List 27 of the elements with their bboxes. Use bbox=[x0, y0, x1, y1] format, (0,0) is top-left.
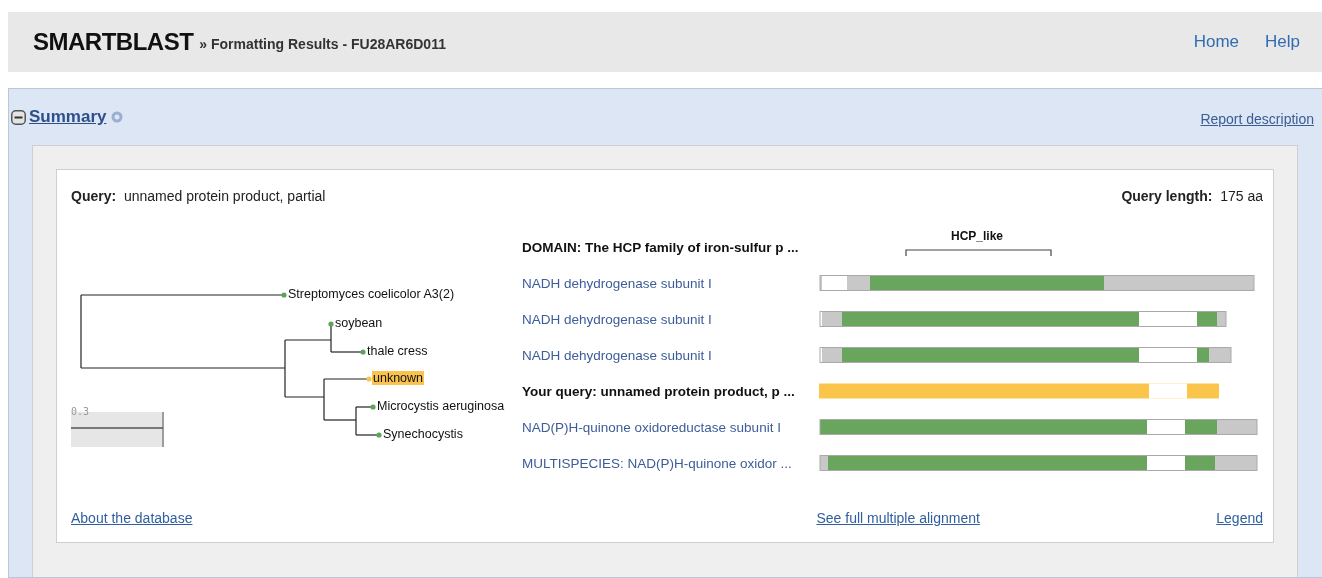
query-text: Query: unnamed protein product, partial bbox=[71, 188, 326, 204]
domain-name: HCP_like bbox=[951, 229, 1004, 243]
tree-leaf-label: Synechocystis bbox=[382, 427, 464, 441]
query-length-text: Query length: 175 aa bbox=[1121, 188, 1263, 204]
tree-leaf-label: thale cress bbox=[366, 344, 429, 358]
tree-leaf-label: soybean bbox=[334, 316, 384, 330]
page-subtitle: » Formatting Results - FU28AR6D011 bbox=[199, 36, 446, 52]
tree-leaf-label: Microcystis aeruginosa bbox=[376, 399, 506, 413]
collapse-icon[interactable] bbox=[11, 109, 26, 125]
multiple-alignment-link[interactable]: See full multiple alignment bbox=[816, 510, 980, 526]
query-label: Your query: unnamed protein product, p ... bbox=[522, 383, 796, 399]
scale-value: 0.3 bbox=[71, 406, 90, 417]
about-database-link[interactable]: About the database bbox=[71, 510, 193, 526]
tree-leaf-label: unknown bbox=[372, 371, 425, 385]
legend-link[interactable]: Legend bbox=[1216, 510, 1263, 526]
hit-link[interactable]: MULTISPECIES: NAD(P)H-quinone oxidor ... bbox=[522, 455, 819, 471]
hit-link[interactable]: NAD(P)H-quinone oxidoreductase subunit I bbox=[522, 419, 819, 435]
nav-link[interactable]: Help bbox=[1265, 32, 1300, 52]
app-title: SMARTBLAST bbox=[33, 28, 194, 56]
hit-link[interactable]: NADH dehydrogenase subunit I bbox=[522, 275, 819, 291]
nav-link[interactable]: Home bbox=[1193, 32, 1240, 52]
report-description-link[interactable]: Report description bbox=[1200, 111, 1314, 127]
tree-leaf-label: Streptomyces coelicolor A3(2) bbox=[287, 287, 456, 301]
domain-label: DOMAIN: The HCP family of iron-sulfur p ... bbox=[522, 239, 800, 255]
hit-link[interactable]: NADH dehydrogenase subunit I bbox=[522, 347, 819, 363]
summary-link[interactable]: Summary bbox=[29, 107, 107, 127]
hit-link[interactable]: NADH dehydrogenase subunit I bbox=[522, 311, 819, 327]
